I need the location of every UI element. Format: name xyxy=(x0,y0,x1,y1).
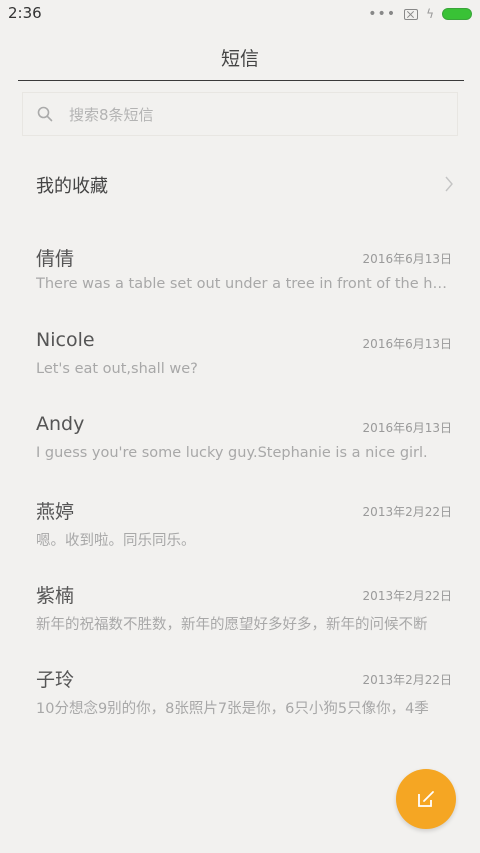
conversation-item[interactable]: Nicole 2016年6月13日 Let's eat out,shall we… xyxy=(0,329,480,409)
header-divider xyxy=(18,80,464,81)
conversation-name: Nicole xyxy=(36,329,95,351)
conversation-name: Andy xyxy=(36,413,85,435)
page-title: 短信 xyxy=(220,48,259,70)
conversation-preview: 10分想念9别的你，8张照片7张是你，6只小狗5只像你，4季 xyxy=(36,701,429,717)
search-icon xyxy=(37,106,53,122)
conversation-preview: There was a table set out under a tree i… xyxy=(36,276,450,292)
status-bar: 2:36 ••• ϟ xyxy=(0,0,480,28)
conversation-name: 子玲 xyxy=(36,669,75,691)
compose-button[interactable] xyxy=(396,769,456,829)
conversation-date: 2013年2月22日 xyxy=(362,505,452,519)
status-icons: ••• ϟ xyxy=(368,6,472,22)
conversation-date: 2016年6月13日 xyxy=(362,421,452,435)
compose-icon xyxy=(418,791,434,807)
conversation-preview: 嗯。收到啦。同乐同乐。 xyxy=(36,533,196,549)
favorites-row[interactable]: 我的收藏 xyxy=(0,160,480,210)
search-placeholder: 搜索8条短信 xyxy=(69,105,154,124)
charging-icon: ϟ xyxy=(426,7,434,21)
conversation-item[interactable]: 燕婷 2013年2月22日 嗯。收到啦。同乐同乐。 xyxy=(0,497,480,577)
conversation-item[interactable]: 紫楠 2013年2月22日 新年的祝福数不胜数，新年的愿望好多好多，新年的问候不… xyxy=(0,581,480,661)
favorites-label: 我的收藏 xyxy=(36,176,108,197)
status-time: 2:36 xyxy=(8,4,42,22)
conversation-preview: Let's eat out,shall we? xyxy=(36,361,198,377)
conversation-date: 2016年6月13日 xyxy=(362,337,452,351)
conversation-date: 2013年2月22日 xyxy=(362,673,452,687)
battery-icon xyxy=(442,8,472,20)
no-sim-icon xyxy=(404,8,419,20)
conversation-date: 2013年2月22日 xyxy=(362,589,452,603)
conversation-name: 倩倩 xyxy=(36,248,75,270)
chevron-right-icon xyxy=(445,176,453,192)
conversation-item[interactable]: 子玲 2013年2月22日 10分想念9别的你，8张照片7张是你，6只小狗5只像… xyxy=(0,665,480,745)
conversation-name: 紫楠 xyxy=(36,585,75,607)
conversation-date: 2016年6月13日 xyxy=(362,252,452,266)
conversation-name: 燕婷 xyxy=(36,501,75,523)
conversation-preview: 新年的祝福数不胜数，新年的愿望好多好多，新年的问候不断 xyxy=(36,617,428,633)
search-input[interactable]: 搜索8条短信 xyxy=(22,92,458,136)
conversation-item[interactable]: 倩倩 2016年6月13日 There was a table set out … xyxy=(0,244,480,324)
conversation-item[interactable]: Andy 2016年6月13日 I guess you're some luck… xyxy=(0,413,480,493)
notification-dots-icon: ••• xyxy=(368,6,397,22)
conversation-preview: I guess you're some lucky guy.Stephanie … xyxy=(36,445,428,461)
